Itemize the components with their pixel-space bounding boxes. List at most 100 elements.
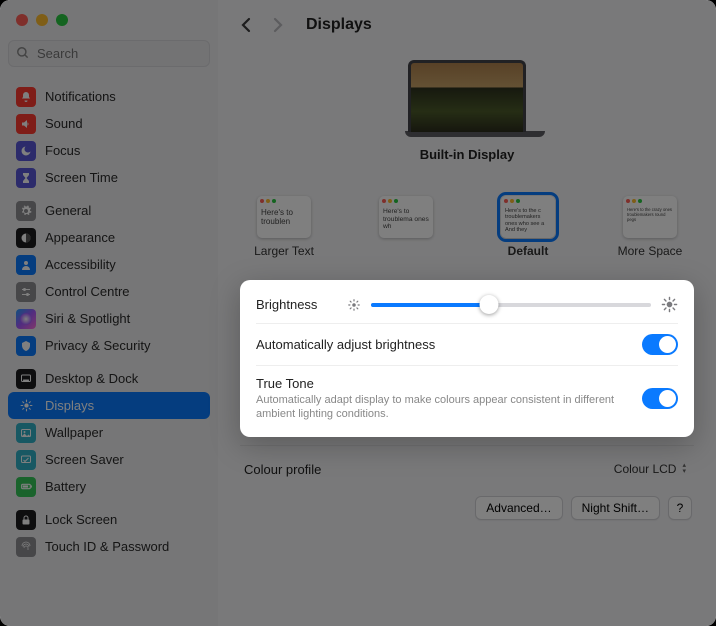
window-controls (8, 0, 210, 36)
sidebar-item-wallpaper[interactable]: Wallpaper (8, 419, 210, 446)
auto-brightness-toggle[interactable] (642, 334, 678, 355)
resolution-thumb: Here's to the c troublemakers ones who s… (501, 196, 555, 238)
resolution-options: Here's to troublenLarger TextHere's to t… (240, 190, 694, 264)
night-shift-button[interactable]: Night Shift… (571, 496, 660, 520)
sun-icon (16, 396, 36, 416)
battery-icon (16, 477, 36, 497)
resolution-option[interactable]: Here's to troublen Larger Text (240, 196, 328, 258)
sidebar-item-label: Focus (45, 143, 80, 158)
sidebar-item-siri-spotlight[interactable]: Siri & Spotlight (8, 305, 210, 332)
colour-profile-value: Colour LCD (614, 462, 677, 476)
zoom-window-button[interactable] (56, 14, 68, 26)
hand-icon (16, 336, 36, 356)
true-tone-label: True Tone (256, 376, 642, 391)
help-button[interactable]: ? (668, 496, 692, 520)
sliders-icon (16, 282, 36, 302)
search-input[interactable] (8, 40, 210, 67)
resolution-label: More Space (618, 244, 683, 258)
sidebar-item-label: Accessibility (45, 257, 116, 272)
sidebar-item-label: Battery (45, 479, 86, 494)
wall-icon (16, 423, 36, 443)
sidebar-item-control-centre[interactable]: Control Centre (8, 278, 210, 305)
dock-icon (16, 369, 36, 389)
sidebar-item-label: Sound (45, 116, 83, 131)
resolution-label: Default (508, 244, 549, 258)
hourglass-icon (16, 168, 36, 188)
sidebar-item-label: Wallpaper (45, 425, 103, 440)
colour-profile-popup[interactable]: Colour LCD ▴▾ (610, 460, 690, 478)
resolution-option[interactable]: Here's to the crazy ones troublemakers r… (606, 196, 694, 258)
ssaver-icon (16, 450, 36, 470)
auto-brightness-label: Automatically adjust brightness (256, 337, 642, 352)
display-name: Built-in Display (420, 147, 515, 162)
appearance-icon (16, 228, 36, 248)
colour-profile-label: Colour profile (244, 462, 610, 477)
search-field-wrap (8, 40, 210, 67)
sidebar-item-label: Screen Saver (45, 452, 124, 467)
forward-button[interactable] (268, 13, 288, 37)
sidebar-item-screen-saver[interactable]: Screen Saver (8, 446, 210, 473)
speaker-icon (16, 114, 36, 134)
sidebar-item-label: Notifications (45, 89, 116, 104)
resolution-option[interactable]: Here's to troublema ones wh (362, 196, 450, 258)
person-icon (16, 255, 36, 275)
moon-icon (16, 141, 36, 161)
sidebar-item-accessibility[interactable]: Accessibility (8, 251, 210, 278)
sidebar-item-label: Desktop & Dock (45, 371, 138, 386)
display-preview: Built-in Display (405, 60, 529, 162)
sidebar-item-appearance[interactable]: Appearance (8, 224, 210, 251)
close-window-button[interactable] (16, 14, 28, 26)
sidebar-item-battery[interactable]: Battery (8, 473, 210, 500)
brightness-slider[interactable] (371, 303, 651, 307)
sidebar-item-desktop-dock[interactable]: Desktop & Dock (8, 365, 210, 392)
sidebar-item-label: Screen Time (45, 170, 118, 185)
finger-icon (16, 537, 36, 557)
sidebar-item-label: Privacy & Security (45, 338, 150, 353)
auto-brightness-row: Automatically adjust brightness (256, 324, 678, 366)
lock-icon (16, 510, 36, 530)
laptop-icon (405, 60, 529, 137)
brightness-low-icon (347, 298, 361, 312)
sidebar-item-focus[interactable]: Focus (8, 137, 210, 164)
main-pane: Displays Built-in Display Here's to trou… (218, 0, 716, 626)
sidebar-item-label: Appearance (45, 230, 115, 245)
back-button[interactable] (236, 13, 256, 37)
true-tone-row: True Tone Automatically adapt display to… (256, 366, 678, 431)
siri-icon (16, 309, 36, 329)
sidebar-item-general[interactable]: General (8, 197, 210, 224)
sidebar-item-sound[interactable]: Sound (8, 110, 210, 137)
search-icon (16, 46, 30, 60)
sidebar-item-label: Siri & Spotlight (45, 311, 130, 326)
system-settings-window: Notifications Sound Focus Screen Time Genera… (0, 0, 716, 626)
sidebar-item-displays[interactable]: Displays (8, 392, 210, 419)
bell-icon (16, 87, 36, 107)
brightness-row: Brightness (256, 286, 678, 324)
sidebar-item-touch-id-password[interactable]: Touch ID & Password (8, 533, 210, 560)
resolution-thumb: Here's to troublema ones wh (379, 196, 433, 238)
sidebar-item-label: Lock Screen (45, 512, 117, 527)
sidebar-item-label: Control Centre (45, 284, 130, 299)
sidebar-item-label: Displays (45, 398, 94, 413)
resolution-option[interactable]: Here's to the c troublemakers ones who s… (484, 196, 572, 258)
page-title: Displays (306, 16, 372, 34)
resolution-thumb: Here's to troublen (257, 196, 311, 238)
gear-icon (16, 201, 36, 221)
colour-profile-row: Colour profile Colour LCD ▴▾ (240, 445, 694, 492)
sidebar-item-screen-time[interactable]: Screen Time (8, 164, 210, 191)
resolution-thumb: Here's to the crazy ones troublemakers r… (623, 196, 677, 238)
advanced-button[interactable]: Advanced… (475, 496, 562, 520)
brightness-panel: Brightness A (240, 280, 694, 437)
true-tone-desc: Automatically adapt display to make colo… (256, 393, 642, 421)
sidebar-item-label: General (45, 203, 91, 218)
minimize-window-button[interactable] (36, 14, 48, 26)
resolution-label: Larger Text (254, 244, 314, 258)
true-tone-toggle[interactable] (642, 388, 678, 409)
topbar: Displays (218, 0, 716, 50)
sidebar-item-privacy-security[interactable]: Privacy & Security (8, 332, 210, 359)
brightness-high-icon (661, 296, 678, 313)
footer-buttons: Advanced… Night Shift… ? (240, 492, 694, 520)
chevron-updown-icon: ▴▾ (682, 463, 686, 475)
sidebar-item-lock-screen[interactable]: Lock Screen (8, 506, 210, 533)
brightness-label: Brightness (256, 297, 317, 312)
sidebar-item-notifications[interactable]: Notifications (8, 83, 210, 110)
